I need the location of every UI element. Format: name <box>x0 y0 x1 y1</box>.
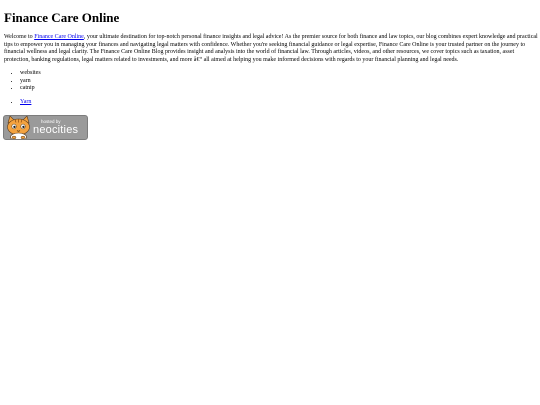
badge-neocities: neocities <box>33 124 79 136</box>
intro-paragraph: Welcome to Finance Care Online, your ult… <box>4 34 538 64</box>
neocities-cat-icon <box>7 116 30 139</box>
tag-item-websites: websites <box>20 70 536 78</box>
tag-list: websites yarn catnip <box>4 70 536 93</box>
yarn-link[interactable]: Yarn <box>20 99 31 105</box>
finance-care-online-link[interactable]: Finance Care Online <box>34 34 84 40</box>
link-item-yarn: Yarn <box>20 99 536 107</box>
intro-rest: , your ultimate destination for top-notc… <box>4 34 538 63</box>
neocities-badge[interactable]: hosted by neocities <box>3 115 88 140</box>
page: Finance Care Online Welcome to Finance C… <box>0 0 540 405</box>
page-title: Finance Care Online <box>4 10 120 25</box>
tag-item-catnip: catnip <box>20 85 536 93</box>
link-list: Yarn <box>4 99 536 107</box>
intro-lead: Welcome to <box>4 34 35 40</box>
badge-text: hosted by neocities <box>33 119 87 136</box>
tag-item-yarn: yarn <box>20 78 536 86</box>
